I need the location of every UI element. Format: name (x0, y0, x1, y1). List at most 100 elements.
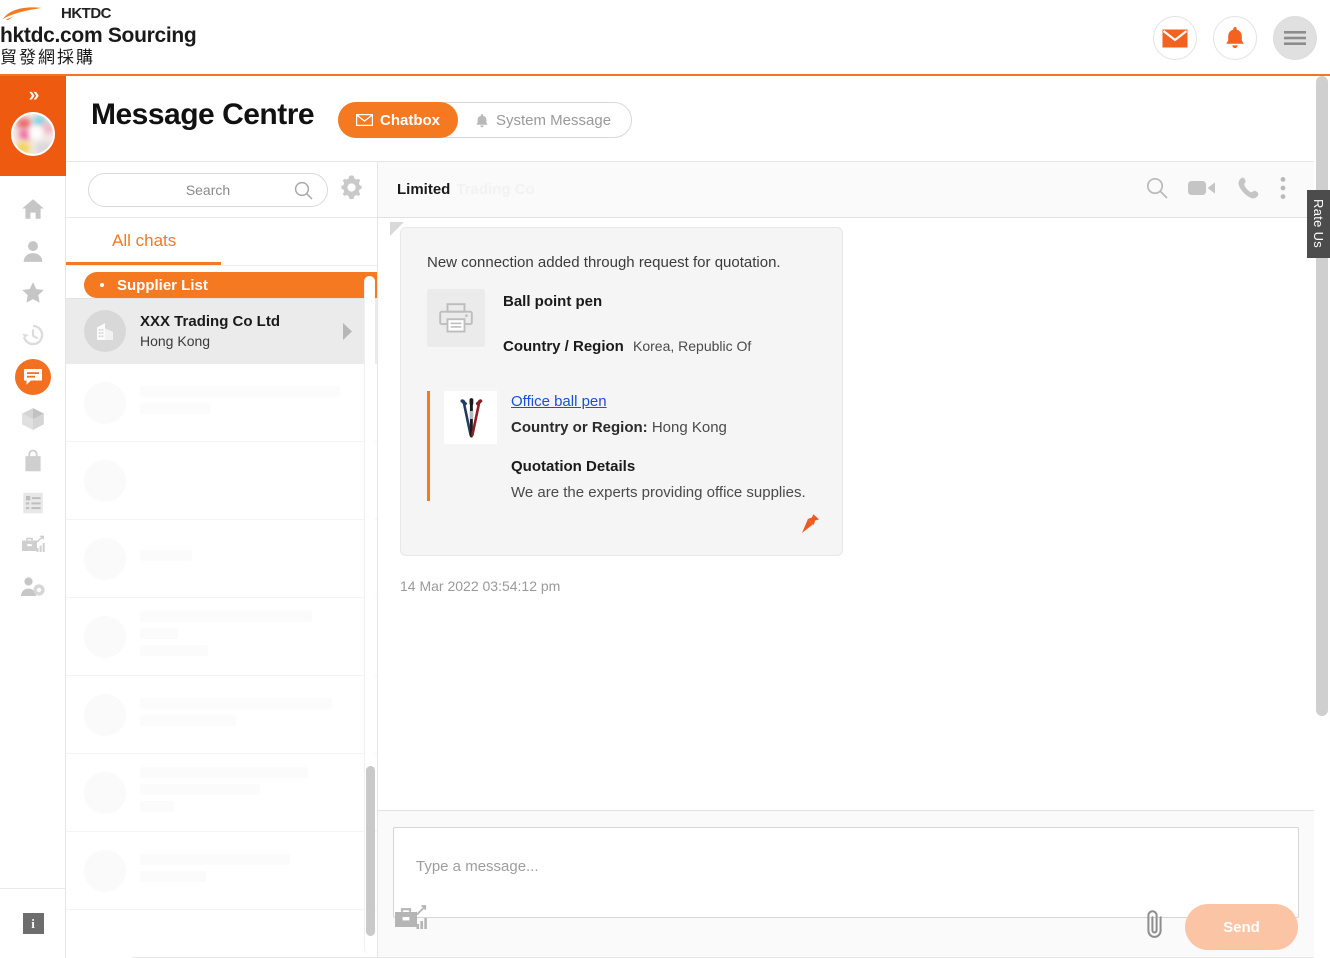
search-icon[interactable] (1146, 177, 1168, 204)
placeholder-line (140, 714, 236, 726)
sidebar-item-products[interactable] (0, 398, 66, 440)
list-item-meta (140, 853, 290, 888)
send-button[interactable]: Send (1185, 904, 1298, 950)
quotation-block: Office ball pen Country or Region: Hong … (427, 391, 820, 501)
message-timestamp: 14 Mar 2022 03:54:12 pm (400, 578, 561, 594)
tab-all-chats[interactable]: All chats (112, 231, 176, 251)
list-item-meta (140, 611, 312, 662)
supplier-list-group-header[interactable]: Supplier List (84, 272, 377, 298)
quotation-country-label: Country or Region: (511, 419, 648, 436)
header-actions (1153, 16, 1317, 60)
chat-search-row: Search (66, 162, 377, 218)
list-item[interactable] (66, 442, 377, 520)
video-camera-glyph (1188, 181, 1215, 195)
placeholder-line (140, 628, 178, 639)
search-input[interactable]: Search (88, 172, 328, 207)
product-summary: Ball point pen Country / Region Korea, R… (427, 289, 820, 355)
placeholder-line (140, 801, 174, 812)
rate-us-tab[interactable]: Rate Us (1307, 190, 1330, 258)
quotation-info: Office ball pen Country or Region: Hong … (511, 391, 806, 501)
search-icon-glyph (1146, 177, 1168, 199)
quotation-product-image[interactable] (444, 391, 497, 444)
search-icon (294, 181, 313, 205)
building-icon (97, 323, 113, 340)
page-scrollbar-thumb[interactable] (1316, 76, 1328, 716)
gear-icon-glyph (341, 174, 362, 199)
tab-chatbox[interactable]: Chatbox (338, 102, 458, 138)
quotation-product-link[interactable]: Office ball pen (511, 393, 806, 410)
more-options-icon[interactable] (1280, 176, 1286, 205)
sidebar-item-lists[interactable] (0, 482, 66, 524)
chat-list-scrollbar-thumb[interactable] (366, 766, 375, 936)
product-country-value: Korea, Republic Of (633, 338, 752, 354)
list-icon (23, 492, 43, 514)
rail-items (0, 188, 66, 608)
phone-icon[interactable] (1236, 176, 1260, 205)
supplier-list-label: Supplier List (117, 276, 208, 294)
avatar[interactable] (11, 112, 55, 156)
more-options-glyph (1280, 177, 1286, 199)
message-composer: Type a message... Send (378, 810, 1314, 958)
list-item[interactable] (66, 598, 377, 676)
bell-icon (476, 113, 488, 127)
bell-icon (1226, 27, 1244, 49)
hktdc-swoosh-icon (3, 6, 42, 20)
conversation-actions (1146, 176, 1286, 205)
page-title: Message Centre (91, 98, 315, 131)
sidebar-item-account-settings[interactable] (0, 566, 66, 608)
chat-list-panel: Search All chats Supplier List XXX Tradi… (66, 162, 378, 958)
product-country-row: Country / Region Korea, Republic Of (503, 338, 751, 355)
tab-system-message[interactable]: System Message (457, 102, 631, 138)
list-item-meta (140, 767, 308, 818)
company-avatar (84, 771, 126, 814)
gear-icon[interactable] (338, 174, 365, 206)
list-item[interactable]: XXX Trading Co Ltd Hong Kong (66, 298, 377, 364)
placeholder-line (140, 611, 312, 622)
expand-rail-button[interactable]: » (0, 86, 66, 105)
mail-icon (356, 114, 373, 126)
list-item[interactable] (66, 520, 377, 598)
list-item[interactable] (66, 676, 377, 754)
printer-icon (439, 303, 473, 333)
mail-icon-button[interactable] (1153, 16, 1197, 60)
conversation-title: Limited (397, 181, 451, 198)
sidebar-item-history[interactable] (0, 314, 66, 356)
list-item[interactable] (66, 754, 377, 832)
product-info: Ball point pen Country / Region Korea, R… (503, 289, 751, 355)
pin-icon[interactable] (800, 513, 820, 539)
chat-list-scrollbar[interactable] (364, 276, 375, 954)
sidebar-item-business[interactable] (0, 524, 66, 566)
chat-list-tabs: All chats (66, 218, 377, 266)
business-tools-button[interactable] (393, 903, 429, 940)
user-icon (23, 241, 43, 262)
list-item-meta (140, 550, 192, 567)
sidebar-item-messages[interactable] (0, 356, 66, 398)
video-camera-icon[interactable] (1188, 179, 1216, 202)
message-lead-text: New connection added through request for… (427, 254, 781, 271)
briefcase-chart-icon (395, 905, 427, 929)
placeholder-line (140, 550, 192, 561)
list-item[interactable] (66, 832, 377, 910)
sidebar-item-profile[interactable] (0, 230, 66, 272)
hamburger-menu-icon (1284, 31, 1306, 45)
bell-icon-button[interactable] (1213, 16, 1257, 60)
sidebar-item-favourites[interactable] (0, 272, 66, 314)
sidebar-item-orders[interactable] (0, 440, 66, 482)
placeholder-line (140, 870, 206, 882)
brand-name-en: hktdc.com Sourcing (0, 24, 197, 47)
paperclip-icon[interactable] (1143, 908, 1167, 947)
chevron-right-icon[interactable] (342, 323, 353, 345)
messages-active-pill (15, 359, 51, 395)
chevron-right-glyph (343, 323, 352, 340)
company-avatar (84, 537, 126, 580)
company-avatar (84, 693, 126, 736)
mail-icon (1162, 29, 1188, 47)
sidebar-item-home[interactable] (0, 188, 66, 230)
list-item[interactable] (66, 364, 377, 442)
tab-active-underline (66, 262, 221, 265)
brand-block[interactable]: HKTDC hktdc.com Sourcing 貿發網採購 (0, 3, 197, 68)
ball-pen-photo (447, 394, 494, 441)
history-icon (22, 324, 44, 346)
info-icon[interactable]: i (22, 913, 44, 934)
hamburger-menu-icon-button[interactable] (1273, 16, 1317, 60)
